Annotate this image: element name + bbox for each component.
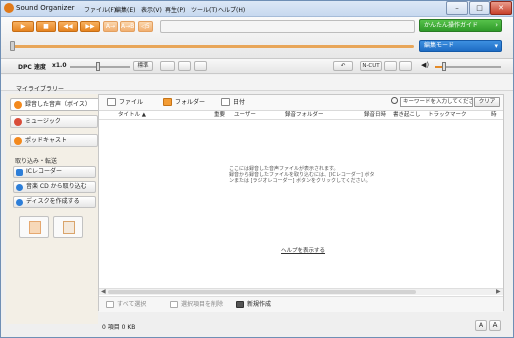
guide-button[interactable]: かんたん操作ガイド › — [419, 19, 502, 32]
next-button[interactable]: ▶▶ — [80, 21, 100, 32]
speed-slider-track[interactable] — [70, 66, 130, 68]
podcast-icon — [14, 137, 22, 145]
new-create-button[interactable]: 新規作成 — [236, 300, 271, 309]
menu-file[interactable]: ファイル(F) — [84, 5, 116, 14]
status-text: 0 項目 0 KB — [102, 324, 136, 331]
scroll-right-icon[interactable]: ▶ — [496, 288, 501, 295]
column-track-mark[interactable]: トラックマーク — [428, 111, 467, 120]
sidebar — [6, 94, 98, 324]
delete-icon — [170, 301, 178, 308]
checkbox-icon — [106, 301, 114, 308]
zoom-small-button[interactable]: A — [475, 320, 487, 331]
empty-message: ここには録音した音声ファイルが表示されます。 録音から録音したファイルを取り込む… — [229, 166, 375, 184]
menu-edit[interactable]: 編集(E) — [115, 5, 135, 14]
mode-dropdown[interactable]: 編集モード ▾ — [419, 40, 502, 52]
clear-button[interactable]: クリア — [474, 97, 500, 107]
import-transfer-heading: 取り込み・転送 — [15, 158, 58, 165]
tab-folder[interactable]: フォルダー — [163, 97, 205, 108]
menu-tools[interactable]: ツール(T) — [191, 5, 217, 14]
standard-speed-button[interactable]: 標準 — [133, 61, 153, 71]
scroll-thumb[interactable] — [108, 290, 416, 294]
skip-back-button[interactable]: ◁5 — [138, 21, 153, 32]
disc-icon — [16, 199, 23, 206]
trim-icon[interactable] — [194, 61, 207, 71]
sidebar-item-music[interactable]: ミュージック — [10, 115, 98, 128]
maximize-button[interactable]: □ — [469, 1, 490, 15]
tab-date[interactable]: 日付 — [221, 97, 245, 108]
a-marker-button[interactable]: A→ — [103, 21, 118, 32]
filter-icon[interactable] — [384, 61, 397, 71]
repeat-icon[interactable]: ↶ — [333, 61, 353, 71]
scroll-left-icon[interactable]: ◀ — [101, 288, 106, 295]
file-list-panel — [98, 94, 504, 311]
help-link[interactable]: ヘルプを表示する — [281, 246, 325, 254]
ic-recorder-button[interactable]: ICレコーダー — [13, 166, 96, 178]
column-title[interactable]: タイトル ▲ — [118, 111, 146, 120]
dpc-speed-label: DPC 速度 — [18, 64, 46, 71]
tab-file[interactable]: ファイル — [107, 97, 143, 108]
speed-slider-handle[interactable] — [96, 62, 100, 71]
delete-selected-button[interactable]: 選択項目を削除 — [170, 300, 223, 309]
column-recording-folder[interactable]: 録音フォルダー — [285, 111, 324, 120]
title-bar — [1, 1, 513, 17]
display-panel — [160, 20, 415, 33]
library-header — [1, 75, 513, 91]
cd-icon — [16, 184, 23, 191]
equalizer-icon[interactable] — [399, 61, 412, 71]
app-logo-icon — [4, 3, 14, 13]
zoom-large-button[interactable]: A — [489, 320, 501, 331]
library-title: マイライブラリー — [16, 86, 65, 93]
play-button[interactable]: ▶ — [12, 21, 34, 32]
window-title: Sound Organizer — [16, 4, 75, 12]
column-transcription[interactable]: 書き起こし — [393, 111, 421, 120]
music-note-icon — [14, 118, 22, 126]
recorder-icon — [16, 169, 23, 176]
menu-help[interactable]: ヘルプ(H) — [218, 5, 245, 14]
chevron-down-icon: ▾ — [494, 42, 498, 50]
minimize-button[interactable]: – — [446, 1, 468, 15]
column-time[interactable]: 時 — [491, 111, 497, 120]
search-input[interactable]: キーワードを入力してください — [400, 97, 473, 107]
seek-handle[interactable] — [10, 41, 15, 51]
split-icon[interactable] — [160, 61, 175, 71]
column-user[interactable]: ユーザー — [234, 111, 256, 120]
menu-view[interactable]: 表示(V) — [141, 5, 162, 14]
column-important[interactable]: 重要 — [214, 111, 225, 120]
new-folder-icon — [236, 301, 244, 308]
search-icon — [391, 97, 398, 104]
mail-icon[interactable] — [53, 216, 83, 238]
seek-bar[interactable] — [14, 45, 414, 48]
sidebar-item-podcast[interactable]: ポッドキャスト — [10, 134, 98, 147]
dpc-speed-value: x1.0 — [52, 62, 67, 69]
bottom-action-bar — [99, 296, 503, 312]
column-recorded-datetime[interactable]: 録音日時 — [364, 111, 386, 120]
create-disc-button[interactable]: ディスクを作成する — [13, 196, 96, 208]
stop-button[interactable]: ■ — [36, 21, 56, 32]
ab-repeat-button[interactable]: A→B — [120, 21, 135, 32]
import-cd-button[interactable]: 音楽 CD から取り込む — [13, 181, 96, 193]
speaker-icon[interactable]: ◀) — [421, 61, 429, 69]
close-button[interactable]: ✕ — [490, 1, 512, 15]
sidebar-item-voice[interactable]: 録音した音声（ボイス） — [10, 98, 100, 111]
calendar-icon — [221, 98, 230, 106]
merge-icon[interactable] — [178, 61, 191, 71]
volume-slider-handle[interactable] — [442, 62, 446, 71]
chevron-right-icon: › — [495, 21, 498, 29]
select-all-button[interactable]: すべて選択 — [106, 300, 146, 309]
previous-button[interactable]: ◀◀ — [58, 21, 78, 32]
ncut-button[interactable]: N-CUT — [360, 61, 382, 71]
list-icon — [107, 98, 116, 106]
menu-play[interactable]: 再生(P) — [165, 5, 185, 14]
edit-document-icon[interactable] — [19, 216, 49, 238]
folder-icon — [163, 98, 172, 106]
voice-icon — [14, 101, 22, 109]
